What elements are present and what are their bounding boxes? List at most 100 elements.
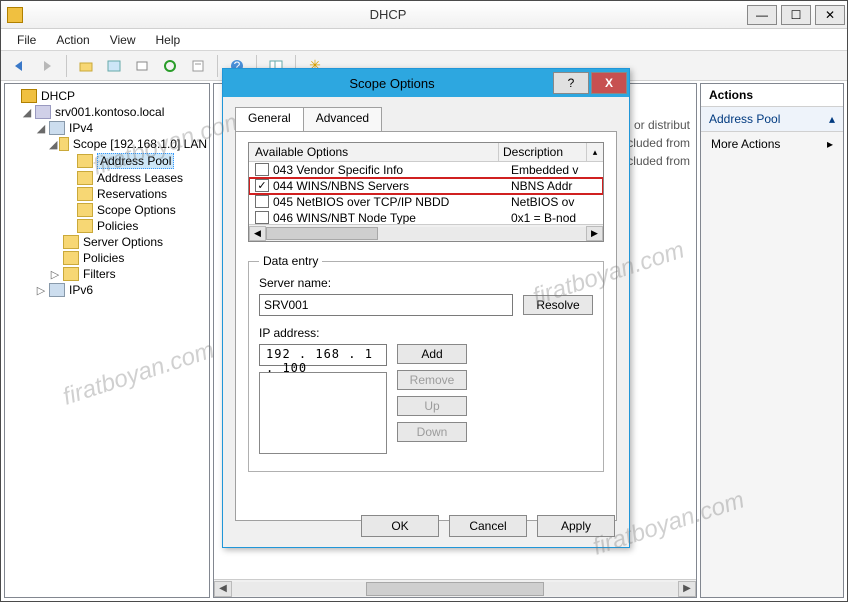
tree-scope[interactable]: Scope [192.168.1.0] LAN (73, 137, 207, 151)
dialog-help-button[interactable]: ? (553, 72, 589, 94)
menu-action[interactable]: Action (48, 30, 97, 50)
apply-button[interactable]: Apply (537, 515, 615, 537)
tree-ipv4[interactable]: IPv4 (69, 121, 93, 135)
refresh-icon[interactable] (158, 54, 182, 78)
reservations-icon (77, 187, 93, 201)
ip-address-label: IP address: (259, 326, 593, 340)
option-row[interactable]: 046 WINS/NBT Node Type0x1 = B-nod (249, 210, 603, 224)
dialog-titlebar: Scope Options ? X (223, 69, 629, 97)
server-name-input[interactable] (259, 294, 513, 316)
export-icon[interactable] (130, 54, 154, 78)
option-desc: 0x1 = B-nod (511, 210, 599, 224)
tab-advanced[interactable]: Advanced (303, 107, 382, 131)
ipv4-icon (49, 121, 65, 135)
menu-file[interactable]: File (9, 30, 44, 50)
option-name: 046 WINS/NBT Node Type (273, 210, 511, 224)
scroll-left-icon[interactable]: ◀ (214, 581, 232, 597)
tree-address-leases[interactable]: Address Leases (97, 171, 183, 185)
option-row[interactable]: 045 NetBIOS over TCP/IP NBDDNetBIOS ov (249, 194, 603, 210)
ip-address-list[interactable] (259, 372, 387, 454)
option-desc: NetBIOS ov (511, 194, 599, 210)
menu-help[interactable]: Help (148, 30, 189, 50)
add-button[interactable]: Add (397, 344, 467, 364)
tree-policies-server[interactable]: Policies (83, 251, 124, 265)
export-list-icon[interactable] (186, 54, 210, 78)
tab-panel-general: Available Options Description ▴ 043 Vend… (235, 131, 617, 521)
window-title: DHCP (31, 7, 745, 22)
option-row[interactable]: 044 WINS/NBNS ServersNBNS Addr (249, 178, 603, 194)
remove-button[interactable]: Remove (397, 370, 467, 390)
folder-up-icon[interactable] (74, 54, 98, 78)
scope-icon (59, 137, 68, 151)
tree-pane[interactable]: DHCP ◢srv001.kontoso.local ◢IPv4 ◢Scope … (4, 83, 210, 598)
menubar: File Action View Help (1, 29, 847, 51)
collapse-icon: ▴ (829, 112, 835, 126)
tree-server-options[interactable]: Server Options (83, 235, 163, 249)
options-h-scrollbar[interactable]: ◀ ▶ (249, 224, 603, 241)
tree-server[interactable]: srv001.kontoso.local (55, 105, 164, 119)
col-description[interactable]: Description (498, 143, 586, 161)
tab-general[interactable]: General (235, 107, 304, 131)
scroll-right-icon[interactable]: ▶ (586, 226, 603, 241)
option-desc: NBNS Addr (511, 178, 599, 194)
scrollbar-thumb[interactable] (266, 227, 378, 240)
address-leases-icon (77, 171, 93, 185)
minimize-button[interactable]: — (747, 5, 777, 25)
titlebar: DHCP — ☐ ✕ (1, 1, 847, 29)
tree-reservations[interactable]: Reservations (97, 187, 167, 201)
option-checkbox[interactable] (255, 179, 269, 192)
tree-policies-scope[interactable]: Policies (97, 219, 138, 233)
up-button[interactable]: Up (397, 396, 467, 416)
scroll-right-icon[interactable]: ▶ (678, 581, 696, 597)
option-checkbox[interactable] (255, 195, 269, 208)
menu-view[interactable]: View (102, 30, 144, 50)
server-name-label: Server name: (259, 276, 593, 290)
policies-scope-icon (77, 219, 93, 233)
option-name: 043 Vendor Specific Info (273, 162, 511, 178)
tree-address-pool[interactable]: Address Pool (97, 153, 174, 169)
address-pool-icon (77, 154, 93, 168)
data-entry-group: Data entry Server name: Resolve IP addre… (248, 254, 604, 472)
tree-root[interactable]: DHCP (41, 89, 75, 103)
ok-button[interactable]: OK (361, 515, 439, 537)
option-checkbox[interactable] (255, 163, 269, 176)
down-button[interactable]: Down (397, 422, 467, 442)
view-icon[interactable] (102, 54, 126, 78)
scrollbar-thumb[interactable] (366, 582, 544, 596)
dhcp-app-icon (7, 7, 23, 23)
option-name: 044 WINS/NBNS Servers (273, 178, 511, 194)
nav-forward-button[interactable] (35, 54, 59, 78)
option-desc: Embedded v (511, 162, 599, 178)
scope-options-dialog: Scope Options ? X General Advanced Avail… (222, 68, 630, 548)
tree-ipv6[interactable]: IPv6 (69, 283, 93, 297)
scroll-up-icon[interactable]: ▴ (586, 143, 603, 161)
resolve-button[interactable]: Resolve (523, 295, 593, 315)
scope-options-icon (77, 203, 93, 217)
col-available-options[interactable]: Available Options (249, 143, 498, 161)
option-checkbox[interactable] (255, 211, 269, 224)
list-h-scrollbar[interactable]: ◀ ▶ (214, 579, 696, 597)
ip-address-input[interactable]: 192 . 168 . 1 . 100 (259, 344, 387, 366)
ipv6-icon (49, 283, 65, 297)
more-actions-item[interactable]: More Actions ▸ (701, 132, 843, 156)
maximize-button[interactable]: ☐ (781, 5, 811, 25)
actions-section[interactable]: Address Pool ▴ (701, 107, 843, 132)
server-icon (35, 105, 51, 119)
available-options-list[interactable]: Available Options Description ▴ 043 Vend… (248, 142, 604, 242)
option-name: 045 NetBIOS over TCP/IP NBDD (273, 194, 511, 210)
filters-icon (63, 267, 79, 281)
option-row[interactable]: 043 Vendor Specific InfoEmbedded v (249, 162, 603, 178)
policies-server-icon (63, 251, 79, 265)
nav-back-button[interactable] (7, 54, 31, 78)
cancel-button[interactable]: Cancel (449, 515, 527, 537)
scroll-left-icon[interactable]: ◀ (249, 226, 266, 241)
tree-filters[interactable]: Filters (83, 267, 116, 281)
list-truncated-text: or distribut cluded from cluded from (627, 116, 690, 170)
dialog-close-button[interactable]: X (591, 72, 627, 94)
tree-scope-options[interactable]: Scope Options (97, 203, 176, 217)
data-entry-legend: Data entry (259, 254, 322, 268)
actions-header: Actions (701, 84, 843, 107)
close-button[interactable]: ✕ (815, 5, 845, 25)
actions-pane: Actions Address Pool ▴ More Actions ▸ (700, 83, 844, 598)
dhcp-root-icon (21, 89, 37, 103)
